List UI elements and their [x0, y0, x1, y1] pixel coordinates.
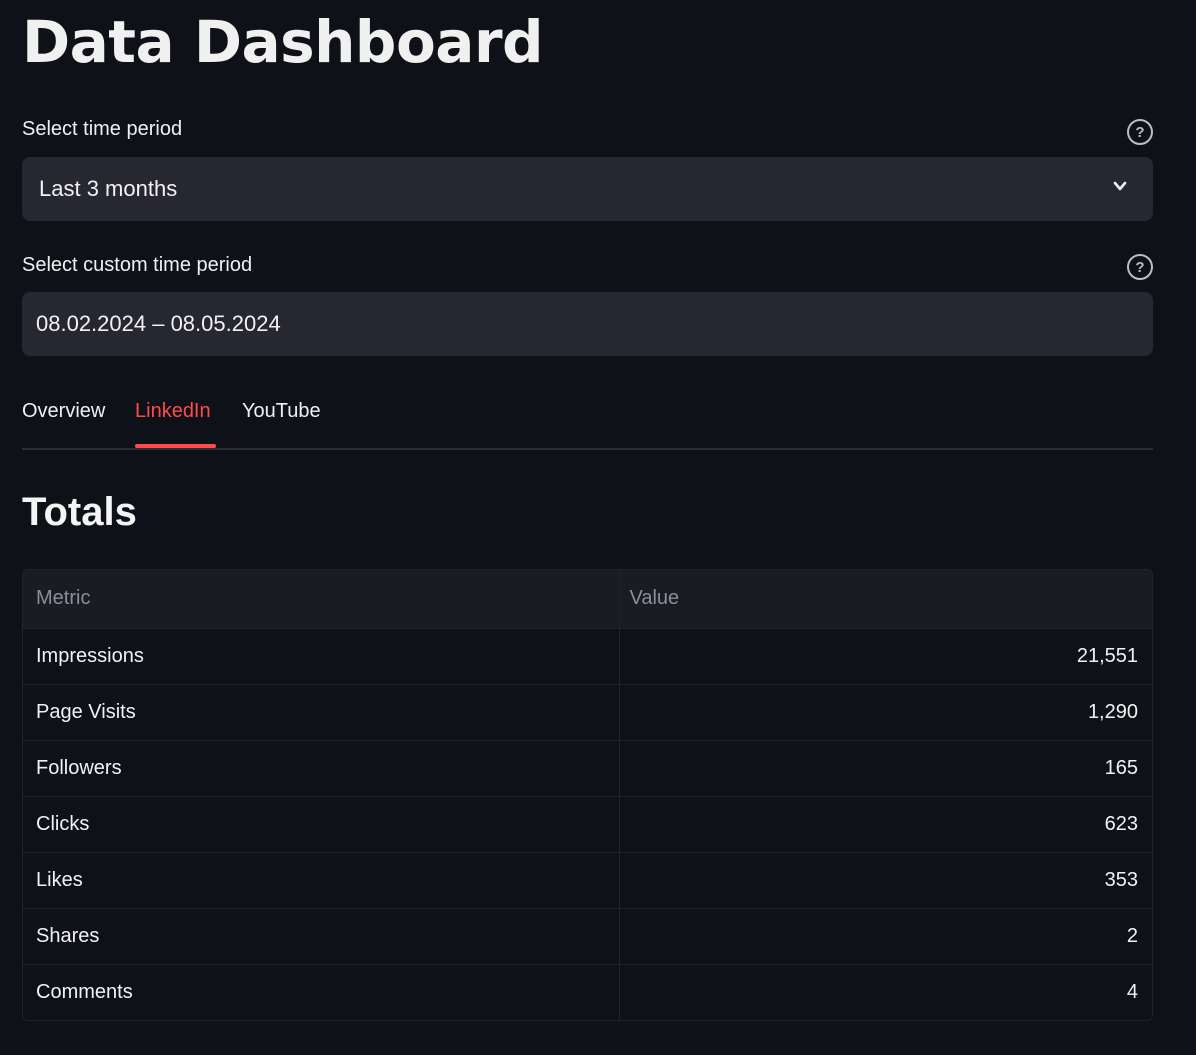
- metric-cell[interactable]: Clicks: [23, 796, 620, 853]
- table-row: Followers 165: [23, 740, 1152, 797]
- tab-bar: Overview LinkedIn YouTube: [22, 396, 1153, 450]
- value-cell[interactable]: 623: [619, 796, 1152, 853]
- active-tab-indicator: [135, 444, 216, 448]
- custom-period-value: 08.02.2024 – 08.05.2024: [36, 311, 281, 336]
- totals-heading: Totals: [22, 490, 137, 534]
- custom-period-date-input[interactable]: 08.02.2024 – 08.05.2024: [22, 292, 1153, 356]
- value-cell[interactable]: 1,290: [619, 684, 1152, 741]
- totals-table[interactable]: Metric Value Impressions 21,551 Page Vis…: [22, 569, 1153, 1021]
- column-header-metric[interactable]: Metric: [23, 570, 620, 629]
- question-circle-icon[interactable]: ?: [1127, 254, 1153, 280]
- metric-cell[interactable]: Comments: [23, 964, 620, 1020]
- metric-cell[interactable]: Likes: [23, 852, 620, 909]
- value-cell[interactable]: 4: [619, 964, 1152, 1020]
- tab-youtube[interactable]: YouTube: [242, 400, 321, 423]
- table-row: Likes 353: [23, 852, 1152, 909]
- table-row: Comments 4: [23, 964, 1152, 1020]
- custom-period-label: Select custom time period: [22, 254, 253, 276]
- table-row: Clicks 623: [23, 796, 1152, 853]
- metric-cell[interactable]: Impressions: [23, 628, 620, 685]
- tab-linkedin[interactable]: LinkedIn: [135, 400, 211, 423]
- time-period-selected-value: Last 3 months: [39, 176, 178, 201]
- time-period-select[interactable]: Last 3 months: [22, 157, 1153, 221]
- table-row: Impressions 21,551: [23, 628, 1152, 685]
- table-header-row: Metric Value: [23, 570, 1152, 629]
- value-cell[interactable]: 2: [619, 908, 1152, 965]
- table-row: Shares 2: [23, 908, 1152, 965]
- value-cell[interactable]: 21,551: [619, 628, 1152, 685]
- table-row: Page Visits 1,290: [23, 684, 1152, 741]
- value-cell[interactable]: 165: [619, 740, 1152, 797]
- dashboard-page: Data Dashboard Select time period ? Last…: [0, 0, 1196, 1055]
- metric-cell[interactable]: Shares: [23, 908, 620, 965]
- column-header-value[interactable]: Value: [619, 570, 1152, 629]
- metric-cell[interactable]: Followers: [23, 740, 620, 797]
- value-cell[interactable]: 353: [619, 852, 1152, 909]
- time-period-label: Select time period: [22, 118, 183, 140]
- question-circle-icon[interactable]: ?: [1127, 119, 1153, 145]
- page-title: Data Dashboard: [22, 8, 544, 76]
- metric-cell[interactable]: Page Visits: [23, 684, 620, 741]
- chevron-down-icon: [1113, 181, 1127, 191]
- tab-overview[interactable]: Overview: [22, 400, 105, 423]
